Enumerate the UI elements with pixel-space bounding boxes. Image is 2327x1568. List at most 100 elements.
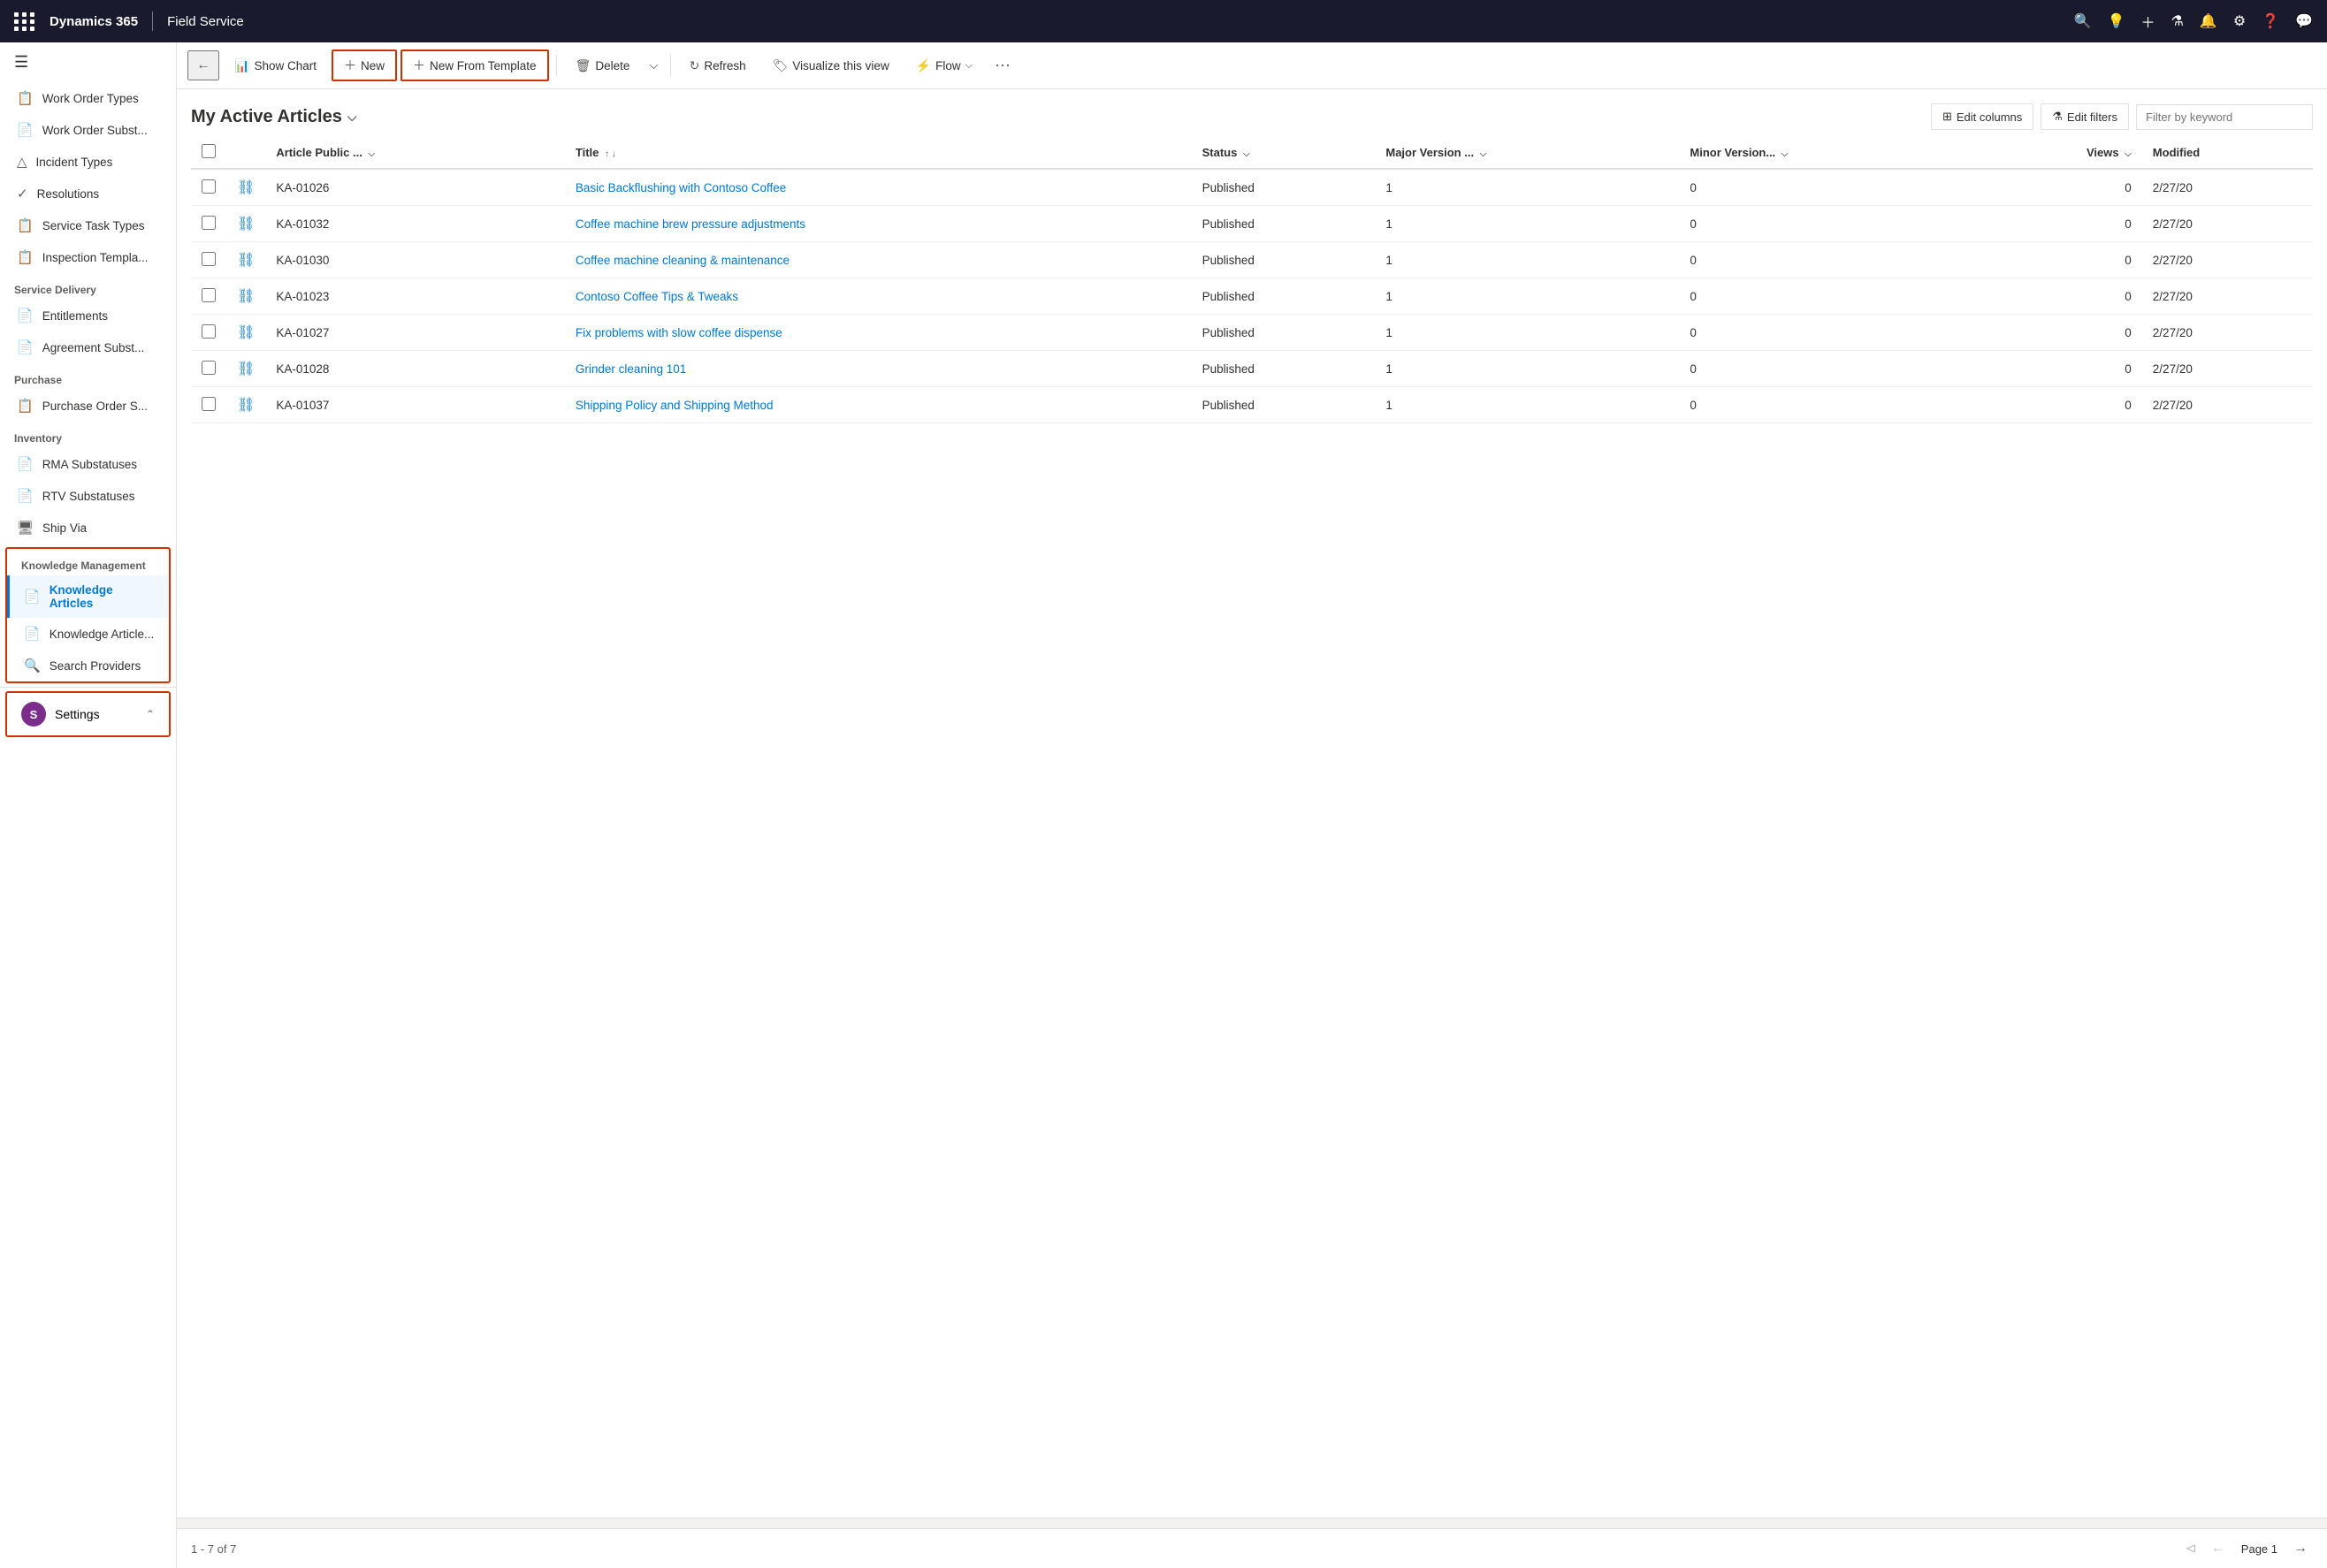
new-from-template-button[interactable]: ＋ New From Template <box>401 49 549 81</box>
view-title-dropdown[interactable]: ⌵ <box>347 110 357 125</box>
row-checkbox-1[interactable] <box>202 216 216 230</box>
col-header-title[interactable]: Title ↑ ↓ <box>565 137 1192 169</box>
col-header-status[interactable]: Status ⌵ <box>1192 137 1376 169</box>
row-checkbox-4[interactable] <box>202 324 216 339</box>
hierarchy-icon-3[interactable]: ⛓ <box>237 289 255 304</box>
row-status-2: Published <box>1192 242 1376 278</box>
row-title-2: Coffee machine cleaning & maintenance <box>565 242 1192 278</box>
sidebar-item-purchase-order-s[interactable]: 📋 Purchase Order S... <box>0 390 176 422</box>
more-options-button[interactable]: ⋯ <box>988 51 1018 80</box>
next-page-button[interactable]: → <box>2288 1537 2313 1560</box>
sidebar-item-inspection-templa[interactable]: 📋 Inspection Templa... <box>0 241 176 273</box>
sidebar-toggle[interactable]: ☰ <box>0 42 176 82</box>
row-title-link-1[interactable]: Coffee machine brew pressure adjustments <box>576 217 805 231</box>
hierarchy-icon-6[interactable]: ⛓ <box>237 398 255 413</box>
table-row: ⛓ KA-01030 Coffee machine cleaning & mai… <box>191 242 2313 278</box>
row-views-3: 0 <box>1977 278 2142 315</box>
app-launcher-button[interactable] <box>14 12 35 31</box>
col-header-minor-version[interactable]: Minor Version... ⌵ <box>1679 137 1977 169</box>
row-title-0: Basic Backflushing with Contoso Coffee <box>565 169 1192 206</box>
visualize-button[interactable]: 🏷 Visualize this view <box>761 52 901 80</box>
row-checkbox-0[interactable] <box>202 179 216 194</box>
sidebar-item-resolutions[interactable]: ✓ Resolutions <box>0 178 176 209</box>
sidebar-item-rtv-substatuses[interactable]: 📄 RTV Substatuses <box>0 480 176 512</box>
service-task-types-icon: 📋 <box>17 217 34 233</box>
row-hierarchy-1: ⛓ <box>226 206 265 242</box>
sidebar-item-entitlements[interactable]: 📄 Entitlements <box>0 300 176 331</box>
settings-icon[interactable]: ⚙ <box>2233 12 2246 30</box>
row-title-link-4[interactable]: Fix problems with slow coffee dispense <box>576 326 782 339</box>
hierarchy-icon-2[interactable]: ⛓ <box>237 253 255 268</box>
row-major-version-6: 1 <box>1375 387 1679 423</box>
col-header-views[interactable]: Views ⌵ <box>1977 137 2142 169</box>
row-checkbox-6[interactable] <box>202 397 216 411</box>
refresh-button[interactable]: ↻ Refresh <box>678 52 758 80</box>
prev-page-button[interactable]: ← <box>2206 1537 2231 1560</box>
row-title-1: Coffee machine brew pressure adjustments <box>565 206 1192 242</box>
sidebar-item-search-providers[interactable]: 🔍 Search Providers <box>7 650 169 681</box>
sidebar-item-knowledge-article-t[interactable]: 📄 Knowledge Article... <box>7 618 169 650</box>
back-button[interactable]: ← <box>187 50 219 80</box>
row-title-link-3[interactable]: Contoso Coffee Tips & Tweaks <box>576 290 738 303</box>
search-icon[interactable]: 🔍 <box>2074 12 2092 30</box>
delete-dropdown-button[interactable]: ⌵ <box>645 52 662 79</box>
col-sort-title: ↑ ↓ <box>605 149 616 159</box>
row-modified-5: 2/27/20 <box>2142 351 2313 387</box>
agreement-subst-icon: 📄 <box>17 339 34 355</box>
toolbar-separator-2 <box>670 55 671 76</box>
sidebar-item-work-order-types[interactable]: 📋 Work Order Types <box>0 82 176 114</box>
col-header-modified[interactable]: Modified <box>2142 137 2313 169</box>
sidebar-item-rma-substatuses[interactable]: 📄 RMA Substatuses <box>0 448 176 480</box>
flow-button[interactable]: ⚡ Flow ⌵ <box>904 52 984 80</box>
filter-icon[interactable]: ⚗ <box>2171 12 2184 30</box>
new-record-icon[interactable]: ＋ <box>2141 11 2155 32</box>
row-title-link-5[interactable]: Grinder cleaning 101 <box>576 362 686 376</box>
sidebar-item-incident-types[interactable]: △ Incident Types <box>0 146 176 178</box>
row-title-link-2[interactable]: Coffee machine cleaning & maintenance <box>576 254 790 267</box>
row-checkbox-5[interactable] <box>202 361 216 375</box>
hierarchy-icon-4[interactable]: ⛓ <box>237 325 255 340</box>
help-icon[interactable]: ❓ <box>2262 12 2279 30</box>
row-views-1: 0 <box>1977 206 2142 242</box>
new-template-icon: ＋ <box>413 57 425 74</box>
delete-button[interactable]: 🗑 Delete <box>564 52 642 80</box>
inspection-templa-icon: 📋 <box>17 249 34 265</box>
new-button[interactable]: ＋ New <box>332 49 397 81</box>
lightbulb-icon[interactable]: 💡 <box>2108 12 2125 30</box>
select-all-checkbox[interactable] <box>202 144 216 158</box>
sidebar-item-ship-via[interactable]: 🖥 Ship Via <box>0 512 176 544</box>
horizontal-scrollbar[interactable] <box>177 1518 2327 1528</box>
notifications-icon[interactable]: 🔔 <box>2200 12 2217 30</box>
row-title-link-6[interactable]: Shipping Policy and Shipping Method <box>576 399 774 412</box>
main-layout: ☰ 📋 Work Order Types 📄 Work Order Subst.… <box>0 42 2327 1568</box>
first-page-button[interactable]: ⊲ <box>2179 1536 2201 1561</box>
sidebar-item-agreement-subst[interactable]: 📄 Agreement Subst... <box>0 331 176 363</box>
row-minor-version-0: 0 <box>1679 169 1977 206</box>
row-checkbox-3[interactable] <box>202 288 216 302</box>
sidebar-item-service-task-types[interactable]: 📋 Service Task Types <box>0 209 176 241</box>
row-hierarchy-5: ⛓ <box>226 351 265 387</box>
edit-columns-icon: ⊞ <box>1942 110 1952 124</box>
table-row: ⛓ KA-01028 Grinder cleaning 101 Publishe… <box>191 351 2313 387</box>
row-major-version-4: 1 <box>1375 315 1679 351</box>
hierarchy-icon-1[interactable]: ⛓ <box>237 217 255 232</box>
col-header-major-version[interactable]: Major Version ... ⌵ <box>1375 137 1679 169</box>
row-title-link-0[interactable]: Basic Backflushing with Contoso Coffee <box>576 181 786 194</box>
settings-item[interactable]: S Settings ⌃ <box>5 691 171 737</box>
col-sort-views: ⌵ <box>2125 149 2132 159</box>
show-chart-button[interactable]: 📊 Show Chart <box>223 52 328 80</box>
hierarchy-icon-5[interactable]: ⛓ <box>237 362 255 377</box>
col-header-article-public-num[interactable]: Article Public ... ⌵ <box>265 137 565 169</box>
feedback-icon[interactable]: 💬 <box>2295 12 2313 30</box>
hierarchy-icon-0[interactable]: ⛓ <box>237 180 255 195</box>
sidebar-item-work-order-subst[interactable]: 📄 Work Order Subst... <box>0 114 176 146</box>
row-check-4 <box>191 315 226 351</box>
keyword-filter-input[interactable] <box>2136 104 2313 130</box>
edit-columns-button[interactable]: ⊞ Edit columns <box>1931 103 2033 130</box>
inventory-section-label: Inventory <box>0 422 176 448</box>
sidebar-item-knowledge-articles[interactable]: 📄 Knowledge Articles <box>7 575 169 618</box>
row-checkbox-2[interactable] <box>202 252 216 266</box>
row-hierarchy-3: ⛓ <box>226 278 265 315</box>
edit-filters-button[interactable]: ⚗ Edit filters <box>2041 103 2129 130</box>
search-providers-icon: 🔍 <box>24 658 41 674</box>
